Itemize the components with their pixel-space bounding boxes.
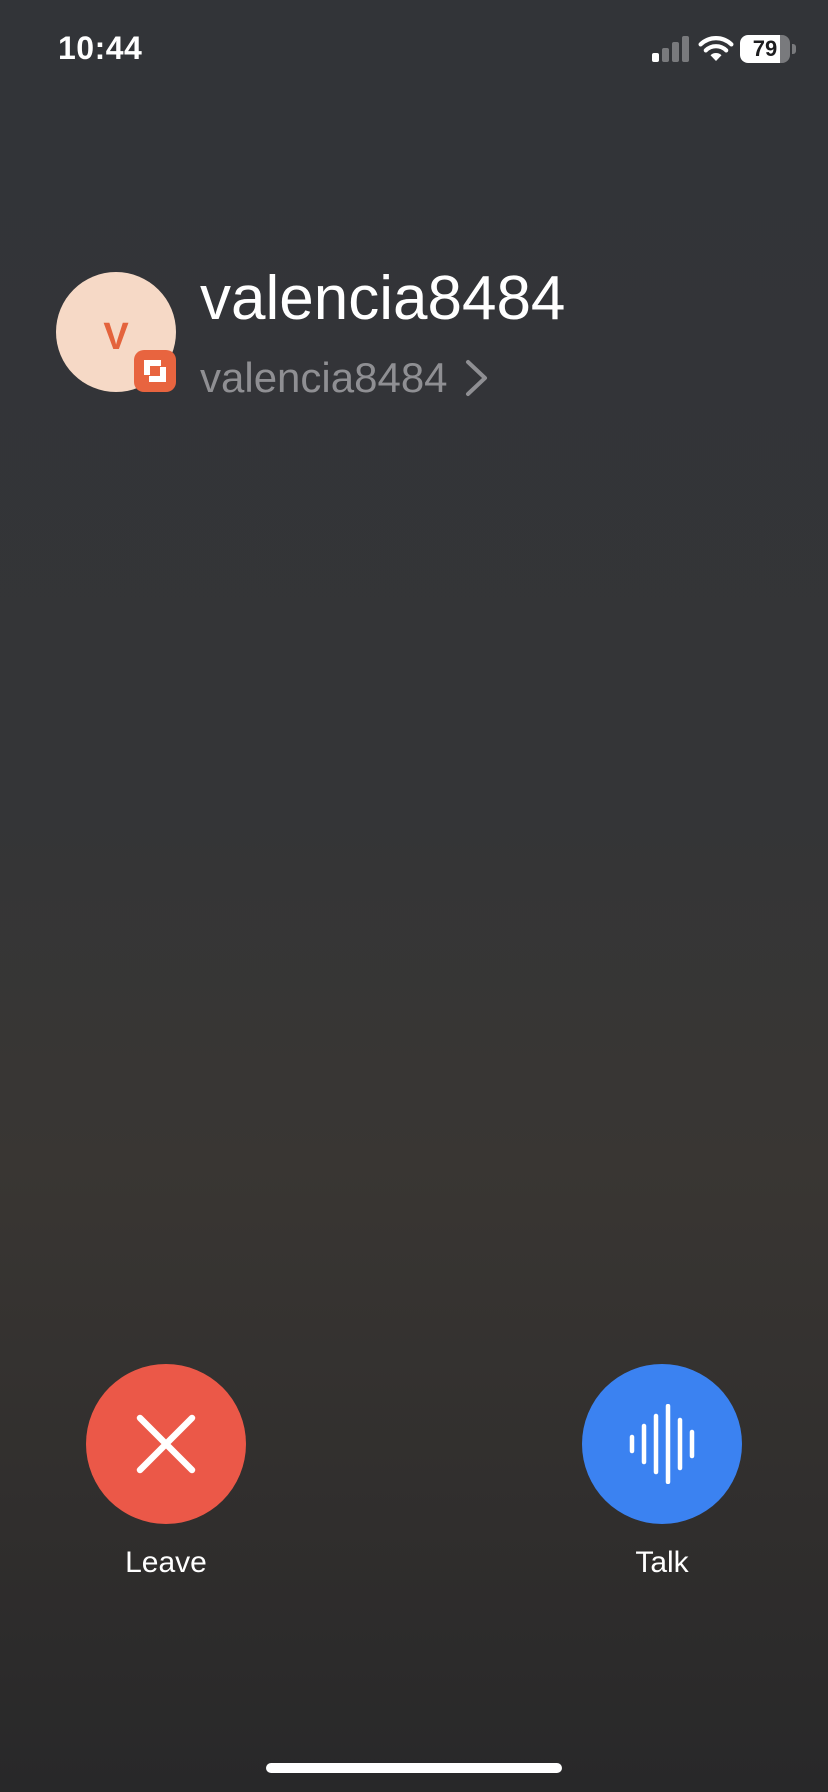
contact-handle-link[interactable]: valencia8484: [200, 350, 490, 406]
contact-handle: valencia8484: [200, 354, 448, 401]
status-bar: 10:44 79: [0, 0, 828, 100]
wifi-icon: [698, 36, 734, 61]
leave-label: Leave: [125, 1546, 207, 1579]
cellular-signal-icon: [652, 36, 689, 62]
chevron-right-icon: [465, 360, 487, 396]
waveform-icon: [629, 1404, 695, 1484]
battery-body: 79: [740, 35, 790, 63]
talk-button[interactable]: [582, 1364, 742, 1524]
call-screen: 10:44 79 V valencia8484 valencia8484 Lea…: [0, 0, 828, 1792]
battery-indicator: 79: [740, 35, 796, 63]
status-time: 10:44: [58, 30, 143, 66]
leave-button[interactable]: [86, 1364, 246, 1524]
battery-tip: [792, 44, 796, 54]
talk-label: Talk: [635, 1546, 689, 1579]
close-icon: [136, 1414, 196, 1474]
battery-level: 79: [752, 36, 778, 61]
home-indicator[interactable]: [266, 1763, 562, 1773]
contact-name: valencia8484: [200, 264, 566, 333]
app-badge-icon: [144, 360, 166, 382]
app-badge: [134, 350, 176, 392]
